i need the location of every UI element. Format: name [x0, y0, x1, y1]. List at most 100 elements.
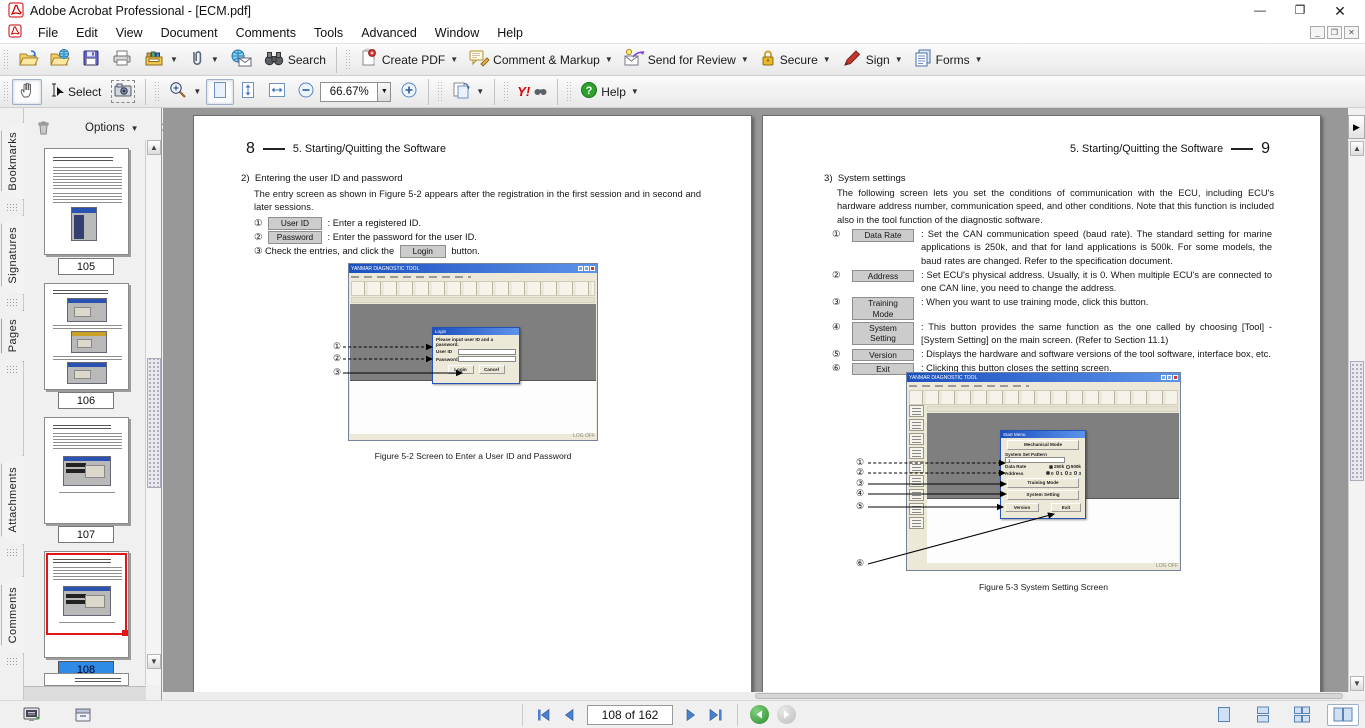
fit-page-button[interactable] — [234, 79, 262, 105]
toolbar-grip[interactable] — [345, 49, 350, 71]
thumbnail-page-109[interactable] — [44, 673, 129, 686]
view-box-handle[interactable] — [122, 630, 128, 636]
actual-size-button[interactable] — [206, 79, 234, 105]
tab-pages[interactable]: Pages — [1, 310, 24, 362]
document-scrollbar-thumb[interactable] — [1350, 361, 1364, 481]
select-tool-button[interactable]: Select — [42, 79, 106, 105]
menu-window[interactable]: Window — [426, 24, 488, 42]
scroll-up-icon[interactable]: ▲ — [147, 140, 161, 155]
close-icon[interactable]: ✕ — [1333, 3, 1347, 20]
continuous-facing-button[interactable] — [1288, 704, 1316, 726]
panel-scrollbar[interactable]: ▲ ▼ — [145, 140, 161, 685]
zoom-tool-button[interactable]: ▼ — [163, 79, 206, 105]
tab-comments[interactable]: Comments — [1, 576, 24, 654]
continuous-button[interactable] — [1249, 704, 1277, 726]
next-page-button[interactable] — [679, 704, 703, 726]
toolbar-grip[interactable] — [437, 81, 442, 103]
toolbar-grip[interactable] — [503, 81, 508, 103]
panel-expander-button[interactable]: ▶ — [1348, 115, 1365, 139]
forms-button[interactable]: Forms▼ — [908, 47, 988, 73]
toolbar-grip[interactable] — [566, 81, 571, 103]
attach-button[interactable]: ▼ — [183, 47, 224, 73]
paper-metaphor-button[interactable] — [70, 704, 96, 726]
hand-tool-button[interactable] — [12, 79, 42, 105]
scroll-down-icon[interactable]: ▼ — [1350, 676, 1364, 691]
trash-icon[interactable] — [36, 119, 51, 138]
fit-width-button[interactable] — [262, 79, 292, 105]
previous-page-button[interactable] — [557, 704, 581, 726]
restore-icon[interactable]: ❐ — [1293, 3, 1307, 20]
tab-signatures[interactable]: Signatures — [1, 215, 24, 295]
document-pane[interactable]: 8 5. Starting/Quitting the Software 2) E… — [163, 108, 1348, 692]
menu-tools[interactable]: Tools — [305, 24, 352, 42]
page-number-box-106[interactable]: 106 — [58, 392, 114, 409]
horizontal-scrollbar[interactable] — [163, 692, 1348, 700]
zoom-level-input[interactable]: 66.67% — [320, 82, 378, 102]
screen-mode-button[interactable] — [18, 704, 46, 726]
open-web-page-button[interactable] — [44, 47, 76, 73]
menu-document[interactable]: Document — [152, 24, 227, 42]
next-view-button[interactable] — [773, 704, 800, 726]
single-page-button[interactable] — [1210, 704, 1238, 726]
comment-markup-button[interactable]: Comment & Markup▼ — [463, 47, 618, 73]
search-button[interactable]: Search — [258, 47, 331, 73]
sign-button[interactable]: Sign▼ — [836, 47, 908, 73]
thumbnail-page-105[interactable] — [44, 148, 129, 255]
single-page-icon — [1214, 705, 1234, 725]
menu-help[interactable]: Help — [488, 24, 532, 42]
toolbar-grip[interactable] — [154, 81, 159, 103]
menu-view[interactable]: View — [107, 24, 152, 42]
document-scrollbar[interactable]: ▲ ▼ — [1348, 141, 1365, 692]
page-display-button[interactable]: ▼ — [446, 79, 489, 105]
toolbar-grip[interactable] — [3, 81, 8, 103]
first-page-button[interactable] — [531, 704, 557, 726]
thumbnail-page-106[interactable] — [44, 283, 129, 390]
scroll-down-icon[interactable]: ▼ — [147, 654, 161, 669]
panel-scrollbar-thumb[interactable] — [147, 358, 161, 488]
tab-grip[interactable] — [6, 298, 18, 307]
send-for-review-button[interactable]: Send for Review▼ — [618, 47, 754, 73]
page-number-input[interactable]: 108 of 162 — [587, 705, 673, 725]
snapshot-tool-button[interactable] — [106, 79, 140, 105]
tab-grip[interactable] — [6, 657, 18, 666]
yahoo-search-button[interactable]: Y! — [512, 79, 552, 105]
menu-advanced[interactable]: Advanced — [352, 24, 426, 42]
tab-grip[interactable] — [6, 548, 18, 557]
page-view-box[interactable] — [46, 553, 127, 635]
print-button[interactable] — [106, 47, 138, 73]
scroll-up-icon[interactable]: ▲ — [1350, 141, 1364, 156]
email-button[interactable] — [224, 47, 258, 73]
tab-grip[interactable] — [6, 203, 18, 212]
organizer-button[interactable]: ▼ — [138, 47, 183, 73]
thumbnail-page-107[interactable] — [44, 417, 129, 524]
tab-attachments[interactable]: Attachments — [1, 455, 24, 545]
options-menu-button[interactable]: Options▼ — [85, 122, 139, 134]
zoom-dropdown-icon[interactable]: ▼ — [378, 82, 391, 102]
page-number-box-105[interactable]: 105 — [58, 258, 114, 275]
svg-text:?: ? — [586, 85, 593, 97]
menu-file[interactable]: File — [29, 24, 67, 42]
menu-edit[interactable]: Edit — [67, 24, 107, 42]
secure-button[interactable]: Secure▼ — [754, 47, 836, 73]
page-number-box-107[interactable]: 107 — [58, 526, 114, 543]
previous-view-button[interactable] — [746, 704, 773, 726]
thumbnail-page-108[interactable] — [44, 551, 129, 658]
doc-restore-icon[interactable]: ❐ — [1327, 26, 1342, 39]
horizontal-scrollbar-thumb[interactable] — [755, 693, 1343, 699]
zoom-in-button[interactable] — [395, 79, 423, 105]
doc-minimize-icon[interactable]: _ — [1310, 26, 1325, 39]
dropdown-arrow-icon: ▼ — [211, 55, 219, 64]
create-pdf-button[interactable]: Create PDF▼ — [354, 47, 463, 73]
toolbar-grip[interactable] — [3, 49, 8, 71]
minimize-icon[interactable]: — — [1253, 3, 1267, 20]
zoom-out-button[interactable] — [292, 79, 320, 105]
save-button[interactable] — [76, 47, 106, 73]
tab-grip[interactable] — [6, 365, 18, 374]
doc-close-icon[interactable]: ✕ — [1344, 26, 1359, 39]
menu-comments[interactable]: Comments — [227, 24, 305, 42]
facing-pages-button[interactable] — [1327, 704, 1359, 726]
tab-bookmarks[interactable]: Bookmarks — [1, 122, 24, 200]
help-button[interactable]: ?Help▼ — [575, 79, 644, 105]
last-page-button[interactable] — [703, 704, 729, 726]
open-button[interactable] — [12, 47, 44, 73]
